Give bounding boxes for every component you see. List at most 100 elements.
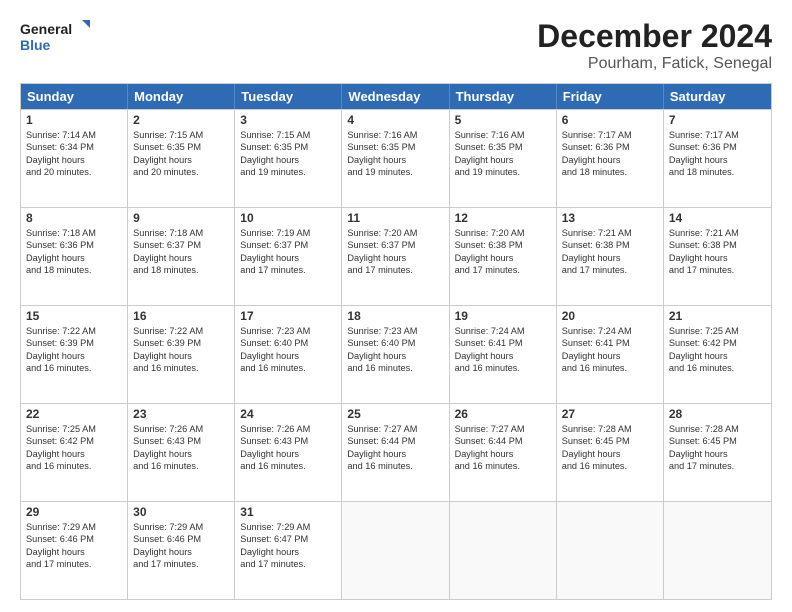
sunset-info: Sunset: 6:45 PM (669, 435, 766, 447)
cal-week-4: 22 Sunrise: 7:25 AM Sunset: 6:42 PM Dayl… (21, 403, 771, 501)
daylight-label: Daylight hours (26, 350, 122, 362)
sunset-info: Sunset: 6:37 PM (240, 239, 336, 251)
calendar-title: December 2024 (537, 18, 772, 55)
day-number: 21 (669, 309, 766, 323)
daylight-label: Daylight hours (669, 252, 766, 264)
cal-header-cell-friday: Friday (557, 84, 664, 109)
sunset-info: Sunset: 6:46 PM (26, 533, 122, 545)
daylight-label: Daylight hours (240, 546, 336, 558)
daylight-duration: and 17 minutes. (669, 460, 766, 472)
cal-week-1: 1 Sunrise: 7:14 AM Sunset: 6:34 PM Dayli… (21, 109, 771, 207)
day-number: 28 (669, 407, 766, 421)
sunrise-info: Sunrise: 7:24 AM (562, 325, 658, 337)
sunset-info: Sunset: 6:40 PM (347, 337, 443, 349)
daylight-label: Daylight hours (347, 252, 443, 264)
calendar-subtitle: Pourham, Fatick, Senegal (537, 55, 772, 73)
cal-cell: 6 Sunrise: 7:17 AM Sunset: 6:36 PM Dayli… (557, 110, 664, 207)
cal-cell: 26 Sunrise: 7:27 AM Sunset: 6:44 PM Dayl… (450, 404, 557, 501)
daylight-duration: and 16 minutes. (455, 362, 551, 374)
daylight-duration: and 19 minutes. (455, 166, 551, 178)
day-number: 6 (562, 113, 658, 127)
day-number: 8 (26, 211, 122, 225)
sunrise-info: Sunrise: 7:20 AM (347, 227, 443, 239)
daylight-label: Daylight hours (240, 350, 336, 362)
daylight-label: Daylight hours (455, 350, 551, 362)
sunrise-info: Sunrise: 7:26 AM (133, 423, 229, 435)
sunrise-info: Sunrise: 7:25 AM (26, 423, 122, 435)
calendar: SundayMondayTuesdayWednesdayThursdayFrid… (20, 83, 772, 600)
cal-cell: 23 Sunrise: 7:26 AM Sunset: 6:43 PM Dayl… (128, 404, 235, 501)
daylight-duration: and 18 minutes. (26, 264, 122, 276)
cal-cell: 1 Sunrise: 7:14 AM Sunset: 6:34 PM Dayli… (21, 110, 128, 207)
day-number: 26 (455, 407, 551, 421)
cal-header-cell-thursday: Thursday (450, 84, 557, 109)
sunrise-info: Sunrise: 7:16 AM (347, 129, 443, 141)
sunrise-info: Sunrise: 7:23 AM (347, 325, 443, 337)
cal-cell: 18 Sunrise: 7:23 AM Sunset: 6:40 PM Dayl… (342, 306, 449, 403)
cal-cell: 28 Sunrise: 7:28 AM Sunset: 6:45 PM Dayl… (664, 404, 771, 501)
daylight-duration: and 17 minutes. (240, 264, 336, 276)
daylight-label: Daylight hours (455, 154, 551, 166)
cal-cell: 30 Sunrise: 7:29 AM Sunset: 6:46 PM Dayl… (128, 502, 235, 599)
day-number: 30 (133, 505, 229, 519)
cal-cell: 20 Sunrise: 7:24 AM Sunset: 6:41 PM Dayl… (557, 306, 664, 403)
sunrise-info: Sunrise: 7:14 AM (26, 129, 122, 141)
daylight-duration: and 16 minutes. (347, 460, 443, 472)
day-number: 9 (133, 211, 229, 225)
calendar-header-row: SundayMondayTuesdayWednesdayThursdayFrid… (21, 84, 771, 109)
sunset-info: Sunset: 6:45 PM (562, 435, 658, 447)
daylight-duration: and 17 minutes. (347, 264, 443, 276)
svg-text:General: General (20, 21, 72, 37)
daylight-label: Daylight hours (562, 252, 658, 264)
day-number: 20 (562, 309, 658, 323)
daylight-duration: and 16 minutes. (669, 362, 766, 374)
sunrise-info: Sunrise: 7:23 AM (240, 325, 336, 337)
daylight-label: Daylight hours (133, 448, 229, 460)
sunrise-info: Sunrise: 7:21 AM (562, 227, 658, 239)
cal-cell: 4 Sunrise: 7:16 AM Sunset: 6:35 PM Dayli… (342, 110, 449, 207)
daylight-label: Daylight hours (669, 350, 766, 362)
day-number: 7 (669, 113, 766, 127)
daylight-label: Daylight hours (240, 448, 336, 460)
cal-cell: 17 Sunrise: 7:23 AM Sunset: 6:40 PM Dayl… (235, 306, 342, 403)
day-number: 4 (347, 113, 443, 127)
sunrise-info: Sunrise: 7:28 AM (669, 423, 766, 435)
cal-week-2: 8 Sunrise: 7:18 AM Sunset: 6:36 PM Dayli… (21, 207, 771, 305)
daylight-duration: and 16 minutes. (562, 460, 658, 472)
day-number: 2 (133, 113, 229, 127)
cal-cell: 5 Sunrise: 7:16 AM Sunset: 6:35 PM Dayli… (450, 110, 557, 207)
day-number: 27 (562, 407, 658, 421)
sunrise-info: Sunrise: 7:17 AM (669, 129, 766, 141)
sunrise-info: Sunrise: 7:17 AM (562, 129, 658, 141)
sunrise-info: Sunrise: 7:18 AM (133, 227, 229, 239)
cal-cell (557, 502, 664, 599)
day-number: 17 (240, 309, 336, 323)
sunset-info: Sunset: 6:38 PM (562, 239, 658, 251)
cal-cell: 7 Sunrise: 7:17 AM Sunset: 6:36 PM Dayli… (664, 110, 771, 207)
daylight-label: Daylight hours (347, 350, 443, 362)
sunset-info: Sunset: 6:35 PM (240, 141, 336, 153)
sunset-info: Sunset: 6:40 PM (240, 337, 336, 349)
day-number: 15 (26, 309, 122, 323)
day-number: 13 (562, 211, 658, 225)
logo-svg: General Blue (20, 18, 90, 54)
daylight-duration: and 18 minutes. (562, 166, 658, 178)
sunset-info: Sunset: 6:38 PM (669, 239, 766, 251)
sunrise-info: Sunrise: 7:25 AM (669, 325, 766, 337)
daylight-label: Daylight hours (26, 154, 122, 166)
sunrise-info: Sunrise: 7:22 AM (26, 325, 122, 337)
daylight-label: Daylight hours (240, 252, 336, 264)
cal-cell: 19 Sunrise: 7:24 AM Sunset: 6:41 PM Dayl… (450, 306, 557, 403)
cal-cell: 2 Sunrise: 7:15 AM Sunset: 6:35 PM Dayli… (128, 110, 235, 207)
day-number: 23 (133, 407, 229, 421)
sunset-info: Sunset: 6:44 PM (347, 435, 443, 447)
sunset-info: Sunset: 6:34 PM (26, 141, 122, 153)
daylight-label: Daylight hours (26, 448, 122, 460)
cal-cell: 3 Sunrise: 7:15 AM Sunset: 6:35 PM Dayli… (235, 110, 342, 207)
daylight-duration: and 16 minutes. (455, 460, 551, 472)
daylight-duration: and 17 minutes. (455, 264, 551, 276)
page: General Blue December 2024 Pourham, Fati… (0, 0, 792, 612)
sunset-info: Sunset: 6:43 PM (133, 435, 229, 447)
daylight-duration: and 18 minutes. (133, 264, 229, 276)
daylight-duration: and 16 minutes. (133, 362, 229, 374)
